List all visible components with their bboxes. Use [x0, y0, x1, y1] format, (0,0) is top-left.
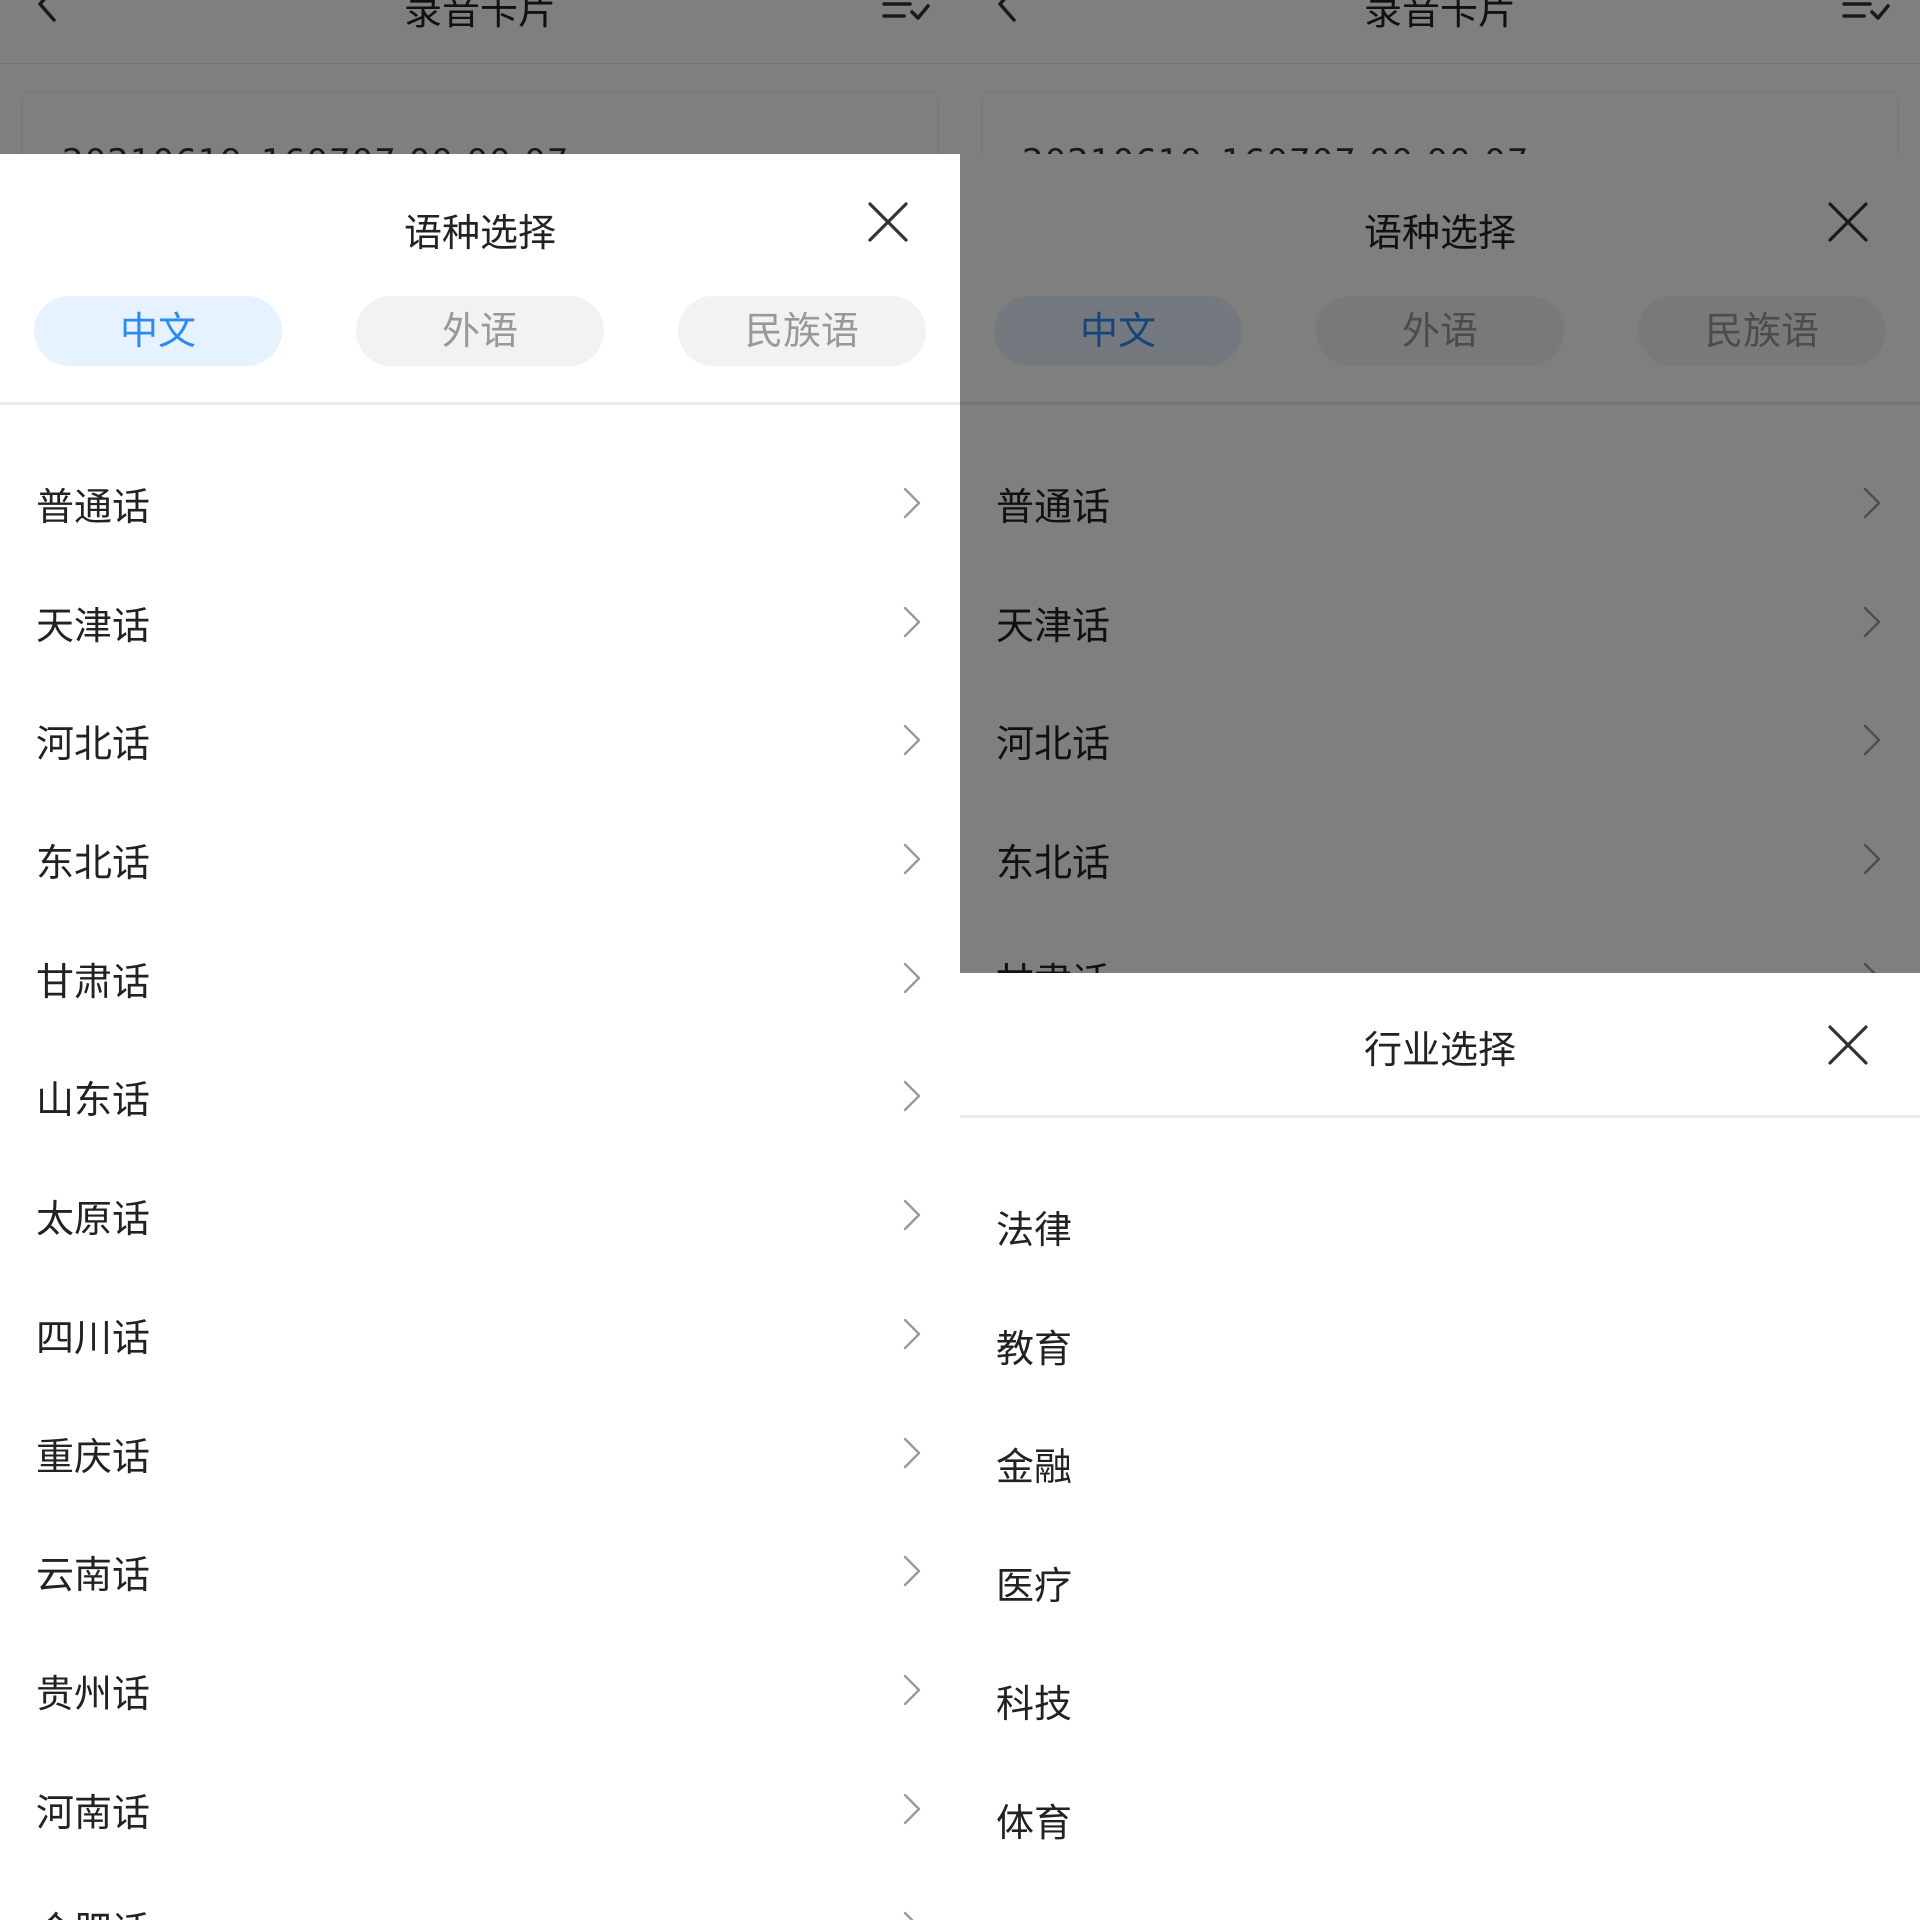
language-select-sheet: 语种选择 中文 外语 民族语 普通话天津话河北话东北话甘肃话山东话太原话四川话重…	[0, 154, 960, 1920]
chevron-right-icon	[903, 1793, 921, 1824]
chevron-right-icon	[903, 1555, 921, 1587]
list-item[interactable]: 汽车	[960, 1875, 1920, 1920]
list-item[interactable]: 河南话	[0, 1747, 960, 1866]
list-item[interactable]: 甘肃话	[0, 916, 960, 1035]
dialect-label: 太原话	[36, 1197, 151, 1242]
close-icon[interactable]	[866, 200, 910, 244]
tab-chinese[interactable]: 中文	[34, 296, 282, 366]
industry-label: 汽车	[996, 1910, 1072, 1920]
list-item[interactable]: 科技	[960, 1638, 1920, 1757]
dialect-label: 重庆话	[36, 1434, 151, 1479]
chevron-right-icon	[903, 1318, 921, 1350]
industry-list: 法律教育金融医疗科技体育汽车	[960, 1118, 1920, 1920]
chevron-right-icon	[903, 1199, 921, 1231]
chevron-right-icon	[903, 487, 921, 519]
list-item[interactable]: 东北话	[0, 797, 960, 916]
tab-ethnic[interactable]: 民族语	[678, 296, 926, 366]
dialect-label: 普通话	[36, 485, 151, 529]
industry-label: 金融	[996, 1445, 1073, 1489]
dialect-list: 普通话天津话河北话东北话甘肃话山东话太原话四川话重庆话云南话贵州话河南话合肥话	[0, 405, 960, 1920]
chevron-right-icon	[903, 725, 921, 756]
dialect-label: 甘肃话	[36, 959, 151, 1004]
industry-label: 法律	[996, 1208, 1073, 1252]
chevron-right-icon	[903, 606, 921, 637]
industry-label: 体育	[996, 1800, 1073, 1845]
list-item[interactable]: 普通话	[0, 441, 960, 560]
list-item[interactable]: 金融	[960, 1401, 1920, 1520]
dialect-label: 天津话	[36, 603, 151, 648]
tab-foreign[interactable]: 外语	[356, 296, 604, 366]
list-item[interactable]: 河北话	[0, 678, 960, 797]
list-item[interactable]: 体育	[960, 1757, 1920, 1876]
dialect-label: 云南话	[36, 1553, 151, 1598]
chevron-right-icon	[903, 1437, 921, 1468]
industry-select-sheet: 行业选择 法律教育金融医疗科技体育汽车	[960, 973, 1920, 1920]
industry-label: 教育	[996, 1326, 1073, 1371]
list-item[interactable]: 山东话	[0, 1034, 960, 1153]
list-item[interactable]: 重庆话	[0, 1391, 960, 1510]
dialect-label: 河北话	[36, 722, 151, 767]
language-tabs: 中文 外语 民族语	[0, 254, 960, 405]
sheet-header: 语种选择	[0, 154, 960, 255]
sheet-title: 行业选择	[1363, 1028, 1516, 1072]
dialect-label: 东北话	[36, 841, 151, 886]
sheet-title: 语种选择	[403, 211, 556, 255]
list-item[interactable]: 法律	[960, 1164, 1920, 1283]
close-icon[interactable]	[1826, 1023, 1870, 1067]
chevron-right-icon	[903, 1674, 921, 1706]
chevron-right-icon	[903, 843, 921, 875]
chevron-right-icon	[903, 1912, 914, 1920]
list-item[interactable]: 天津话	[0, 560, 960, 679]
sheet-header: 行业选择	[960, 973, 1920, 1118]
dialect-label: 贵州话	[36, 1671, 151, 1716]
right-screen: 录音卡片 20210619_160707 00:00:07 语种选择 中文 外语…	[960, 0, 1920, 1920]
industry-label: 医疗	[996, 1563, 1073, 1608]
left-screen: 录音卡片 20210619_160707 00:00:07 语种选择 中文 外语…	[0, 0, 960, 1920]
list-item[interactable]: 四川话	[0, 1272, 960, 1391]
list-item[interactable]: 云南话	[0, 1509, 960, 1628]
list-item[interactable]: 太原话	[0, 1153, 960, 1272]
list-item[interactable]: 合肥话	[0, 1865, 960, 1920]
dialect-label: 山东话	[36, 1078, 151, 1123]
chevron-right-icon	[903, 1081, 921, 1112]
list-item[interactable]: 贵州话	[0, 1628, 960, 1747]
dialect-label: 四川话	[36, 1315, 151, 1360]
list-item[interactable]: 教育	[960, 1283, 1920, 1402]
dialect-label: 河南话	[36, 1790, 151, 1835]
list-item[interactable]: 医疗	[960, 1520, 1920, 1639]
dialect-label: 合肥话	[36, 1900, 150, 1920]
industry-label: 科技	[996, 1682, 1073, 1726]
chevron-right-icon	[903, 962, 921, 993]
